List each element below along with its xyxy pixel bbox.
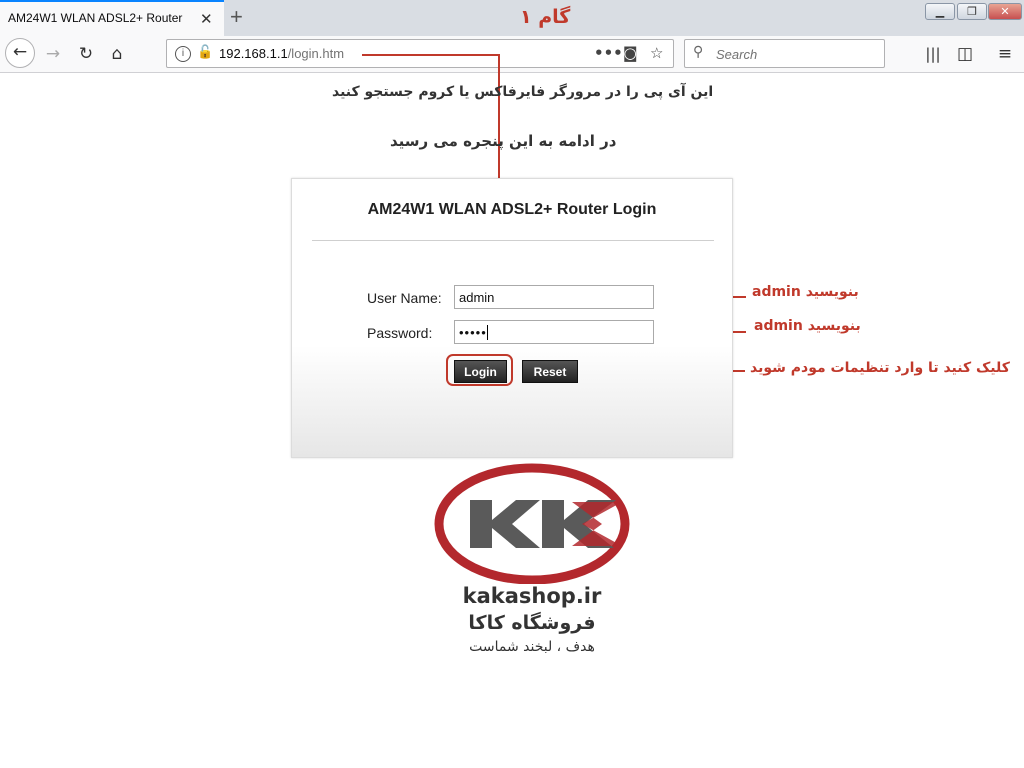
restore-icon[interactable]: ❐ <box>957 3 987 20</box>
window-instruction: در ادامه به این پنجره می رسید <box>390 132 617 150</box>
password-input[interactable]: ••••• <box>454 320 654 344</box>
url-host: 192.168.1.1 <box>219 46 288 61</box>
nav-bar: ← → ↻ ⌂ i 🔓 192.168.1.1/login.htm ••• ◙ … <box>0 36 1024 73</box>
url-text[interactable]: 192.168.1.1/login.htm <box>219 46 344 61</box>
forward-icon[interactable]: → <box>38 39 68 69</box>
divider <box>312 240 714 241</box>
url-path: /login.htm <box>287 46 345 61</box>
window-close-icon[interactable]: ✕ <box>988 3 1022 20</box>
pocket-icon[interactable]: ◙ <box>623 44 638 62</box>
page-actions-icon[interactable]: ••• <box>594 44 623 62</box>
username-hint-prefix: بنویسید <box>805 284 859 300</box>
tab-strip: AM24W1 WLAN ADSL2+ Router ✕ + ▁ ❐ ✕ <box>0 0 1024 36</box>
username-hint-value: admin <box>752 284 801 300</box>
brand-name-fa: فروشگاه کاکا <box>468 612 596 634</box>
insecure-lock-icon[interactable]: 🔓 <box>197 45 213 60</box>
password-hint-value: admin <box>754 318 803 334</box>
reset-button[interactable]: Reset <box>522 360 578 383</box>
login-panel: AM24W1 WLAN ADSL2+ Router Login <box>291 178 733 458</box>
text-cursor <box>486 325 493 340</box>
search-bar[interactable]: ⚲ Search <box>684 39 885 68</box>
close-icon[interactable]: ✕ <box>200 10 213 28</box>
home-icon[interactable]: ⌂ <box>102 39 132 69</box>
step-label: گام ۱ <box>520 6 571 28</box>
tab-active[interactable]: AM24W1 WLAN ADSL2+ Router ✕ <box>0 0 224 36</box>
password-hint-prefix: بنویسید <box>807 318 861 334</box>
back-icon[interactable]: ← <box>5 38 35 68</box>
reload-icon[interactable]: ↻ <box>71 39 101 69</box>
password-mask: ••••• <box>459 325 487 340</box>
kakashop-logo <box>434 463 630 584</box>
password-label: Password: <box>367 325 433 341</box>
login-hint: کلیک کنید تا وارد تنظیمات مودم شوید <box>750 360 1010 376</box>
login-button[interactable]: Login <box>454 360 507 383</box>
search-icon: ⚲ <box>693 44 704 60</box>
username-label: User Name: <box>367 290 442 306</box>
password-hint: بنویسید admin <box>754 318 861 334</box>
brand-slogan: هدف ، لبخند شماست <box>469 639 595 655</box>
username-input[interactable]: admin <box>454 285 654 309</box>
brand-name: kakashop.ir <box>462 584 602 608</box>
bookmark-star-icon[interactable]: ☆ <box>650 44 663 62</box>
username-hint: بنویسید admin <box>752 284 859 300</box>
annotation-line-url-vertical <box>498 54 500 178</box>
new-tab-icon[interactable]: + <box>230 4 243 30</box>
annotation-line-url <box>362 54 500 56</box>
search-placeholder: Search <box>716 47 758 62</box>
ip-instruction: این آی پی را در مرورگر فایرفاکس یا کروم … <box>332 84 714 100</box>
info-icon[interactable]: i <box>175 46 191 62</box>
tab-title: AM24W1 WLAN ADSL2+ Router <box>8 11 183 25</box>
login-title: AM24W1 WLAN ADSL2+ Router Login <box>367 201 657 218</box>
sidebar-icon[interactable]: ◫ <box>950 39 980 69</box>
menu-icon[interactable]: ≡ <box>990 39 1020 69</box>
minimize-icon[interactable]: ▁ <box>925 3 955 20</box>
library-icon[interactable]: ||| <box>918 39 948 69</box>
